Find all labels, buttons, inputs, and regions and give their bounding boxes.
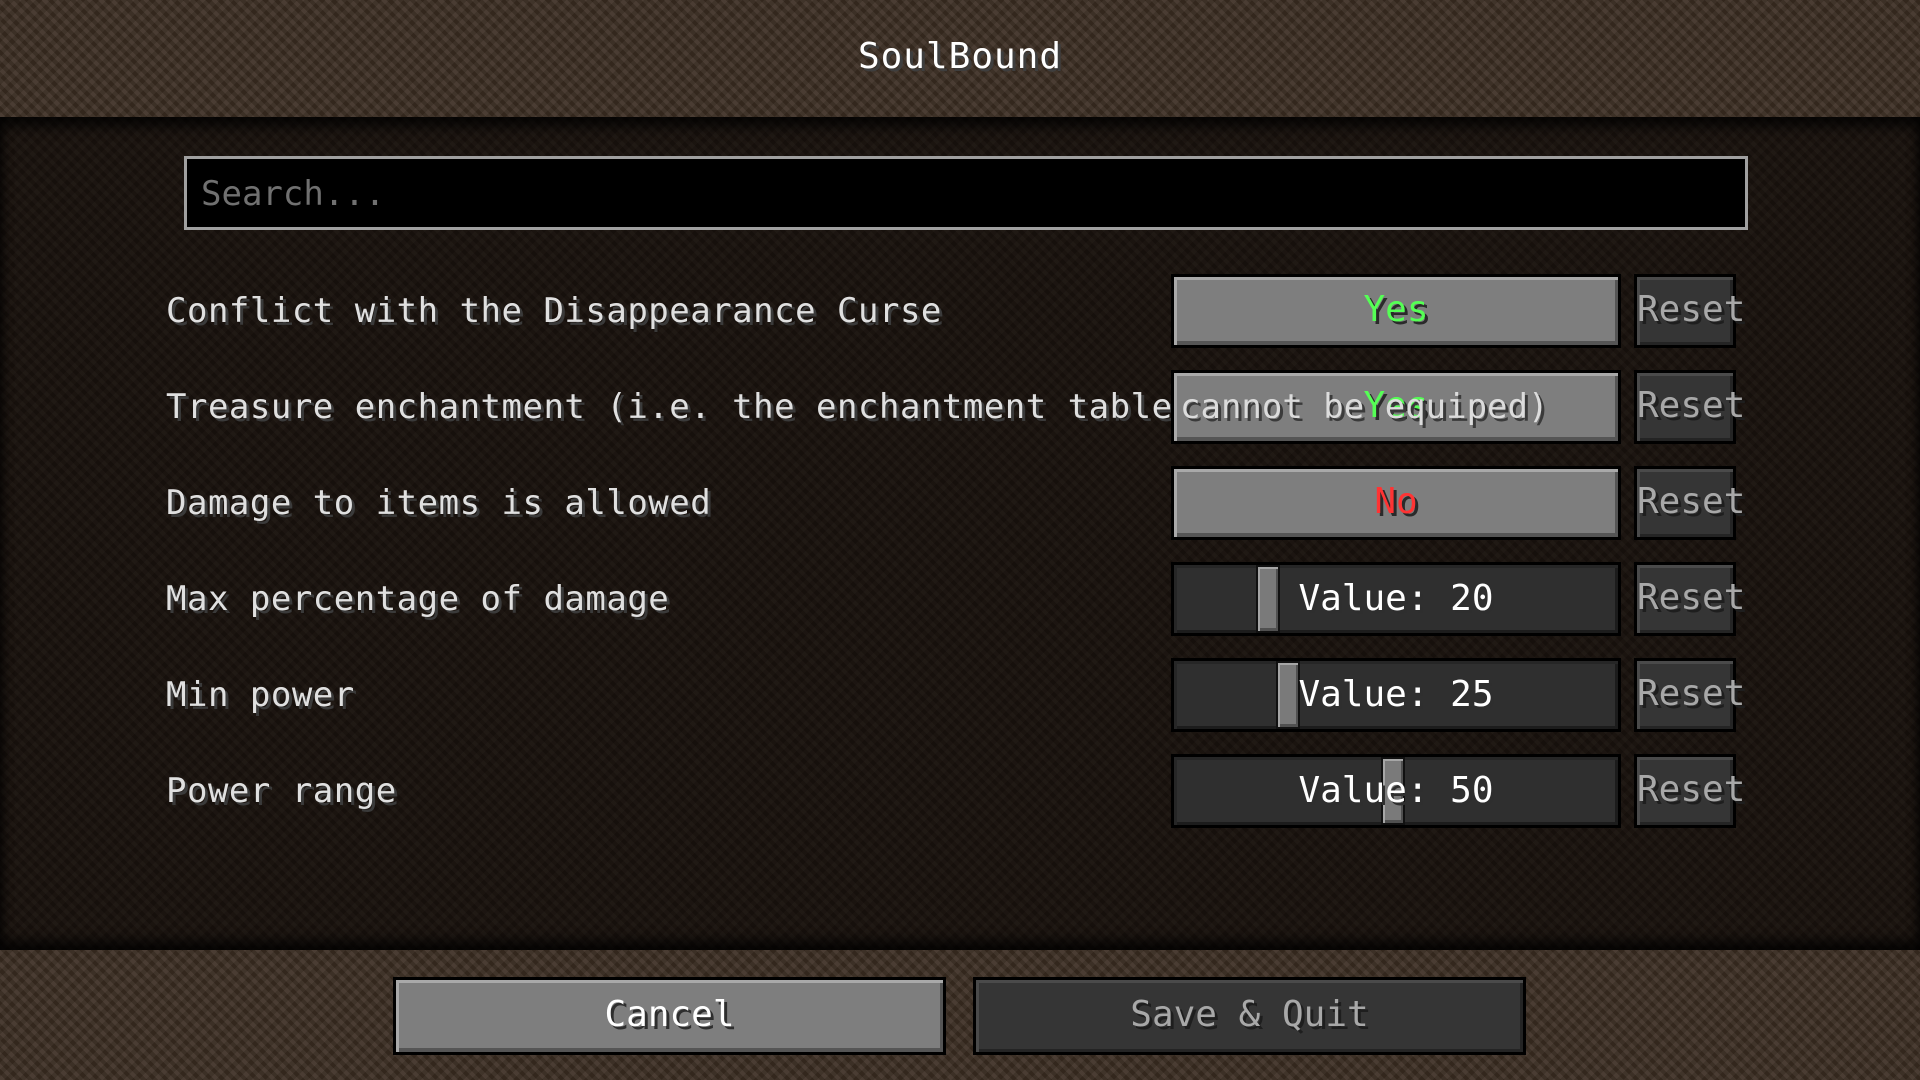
reset-button-treasure-enchantment[interactable]: Reset xyxy=(1634,370,1745,444)
option-label-power-range: Power range xyxy=(166,771,397,811)
cancel-button[interactable]: Cancel xyxy=(393,977,946,1055)
option-label-damage-allowed: Damage to items is allowed xyxy=(166,483,712,523)
slider-value-text: Value: 20 xyxy=(1298,578,1494,619)
search-box[interactable] xyxy=(184,156,1748,230)
slider-value-text: Value: 50 xyxy=(1298,770,1494,811)
reset-button-disappearance-curse[interactable]: Reset xyxy=(1634,274,1745,348)
slider-min-power[interactable]: Value: 25 xyxy=(1171,658,1621,732)
slider-max-damage-percentage[interactable]: Value: 20 xyxy=(1171,562,1621,636)
option-label-treasure-enchantment: Treasure enchantment (i.e. the enchantme… xyxy=(166,387,1173,427)
toggle-treasure-enchantment[interactable]: Yes xyxy=(1171,370,1621,444)
reset-button-power-range[interactable]: Reset xyxy=(1634,754,1745,828)
toggle-disappearance-curse[interactable]: Yes xyxy=(1171,274,1621,348)
slider-power-range[interactable]: Value: 50 xyxy=(1171,754,1621,828)
reset-button-damage-allowed[interactable]: Reset xyxy=(1634,466,1745,540)
reset-button-min-power[interactable]: Reset xyxy=(1634,658,1745,732)
save-and-quit-button[interactable]: Save & Quit xyxy=(973,977,1526,1055)
screen-title: SoulBound xyxy=(857,36,1063,77)
option-label-disappearance-curse: Conflict with the Disappearance Curse xyxy=(166,291,942,331)
search-input[interactable] xyxy=(199,159,1733,229)
toggle-damage-allowed[interactable]: No xyxy=(1171,466,1621,540)
reset-button-max-damage-percentage[interactable]: Reset xyxy=(1634,562,1745,636)
slider-value-text: Value: 25 xyxy=(1298,674,1494,715)
option-label-min-power: Min power xyxy=(166,675,355,715)
footer-background xyxy=(0,950,1920,1080)
option-label-max-damage-percentage: Max percentage of damage xyxy=(166,579,670,619)
